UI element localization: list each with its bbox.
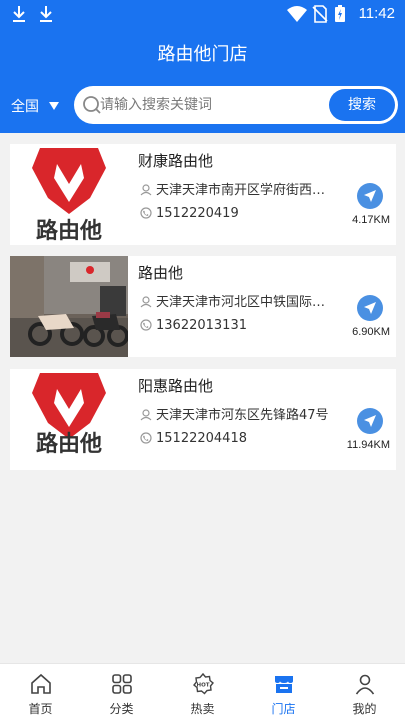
location-icon: [140, 409, 152, 421]
user-icon: [355, 674, 375, 695]
store-card[interactable]: 路由他 阳惠路由他 天津天津市河东区先锋路47号 15122204418 11.…: [10, 369, 396, 470]
wifi-icon: [287, 6, 307, 22]
store-icon: [275, 676, 293, 693]
search-button[interactable]: 搜索: [329, 89, 395, 121]
logo-text: 路由他: [36, 431, 102, 457]
status-time: 11:42: [358, 5, 395, 22]
tab-profile[interactable]: 我的: [324, 664, 405, 720]
store-card[interactable]: 路由他 天津天津市河北区中铁国际… 13622013131 6.90KM: [10, 256, 396, 357]
home-icon: [31, 673, 51, 694]
navigate-icon[interactable]: [356, 294, 384, 322]
brand-logo-image: 路由他: [10, 144, 128, 245]
store-address: 天津天津市河北区中铁国际…: [140, 291, 340, 310]
tab-label: 热卖: [190, 702, 215, 716]
download-icon: [40, 6, 52, 22]
store-name: 财康路由他: [138, 152, 214, 170]
store-phone[interactable]: 15122204418: [140, 431, 247, 446]
logo-text: 路由他: [36, 218, 102, 244]
search-icon: [83, 96, 101, 114]
region-selector[interactable]: 全国: [11, 96, 59, 116]
store-address: 天津天津市南开区学府街西…: [140, 179, 340, 198]
no-sim-icon: [312, 5, 328, 23]
phone-icon: [140, 207, 152, 219]
tab-home[interactable]: 首页: [0, 664, 81, 720]
tab-store[interactable]: 门店: [243, 664, 324, 720]
search-bar: 搜索: [74, 86, 398, 124]
store-distance: 11.94KM: [346, 439, 390, 451]
bottom-tab-bar: 首页 分类 HOT 热卖 门店 我的: [0, 663, 405, 720]
svg-text:HOT: HOT: [196, 683, 209, 689]
download-icon: [13, 6, 25, 22]
hot-icon: HOT: [193, 672, 214, 695]
tab-hot[interactable]: HOT 热卖: [162, 664, 243, 720]
store-phone[interactable]: 13622013131: [140, 318, 247, 333]
store-address: 天津天津市河东区先锋路47号: [140, 404, 350, 423]
page-title: 路由他门店: [157, 44, 248, 65]
location-icon: [140, 184, 152, 196]
navigate-icon[interactable]: [356, 182, 384, 210]
tab-label: 我的: [352, 702, 377, 716]
search-input[interactable]: [100, 95, 320, 115]
brand-logo-image: 路由他: [10, 369, 128, 470]
phone-icon: [140, 432, 152, 444]
tab-category[interactable]: 分类: [81, 664, 162, 720]
store-name: 路由他: [138, 264, 184, 282]
tab-label: 分类: [109, 702, 134, 716]
category-icon: [112, 674, 132, 694]
store-distance: 6.90KM: [352, 326, 390, 338]
header: 路由他门店 全国 搜索: [0, 28, 405, 133]
caret-down-icon: [49, 102, 59, 110]
store-name: 阳惠路由他: [138, 377, 214, 395]
battery-icon: [335, 5, 345, 22]
store-photo: [10, 256, 128, 357]
store-card[interactable]: 路由他 财康路由他 天津天津市南开区学府街西… 1512220419 4.17K…: [10, 144, 396, 245]
store-phone[interactable]: 1512220419: [140, 206, 239, 221]
location-icon: [140, 296, 152, 308]
tab-label: 门店: [271, 702, 296, 716]
status-bar: 11:42: [0, 0, 405, 28]
region-label: 全国: [11, 99, 39, 115]
navigate-icon[interactable]: [356, 407, 384, 435]
phone-icon: [140, 319, 152, 331]
tab-label: 首页: [28, 702, 53, 716]
store-distance: 4.17KM: [352, 214, 390, 226]
